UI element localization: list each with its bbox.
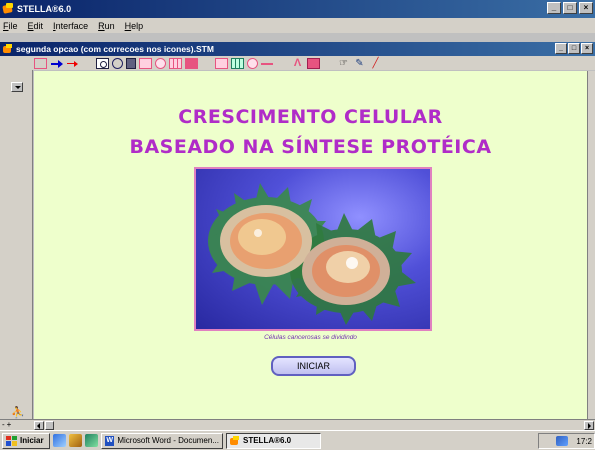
minimize-button[interactable]: _ — [547, 2, 561, 14]
zoom-controls[interactable]: -+ — [2, 420, 13, 429]
scroll-thumb[interactable] — [45, 421, 54, 430]
menu-bar: File Edit Interface Run Help — [0, 18, 595, 33]
vertical-scrollbar[interactable] — [587, 71, 595, 419]
slider-icon[interactable] — [261, 58, 274, 69]
navigate-icon[interactable] — [34, 57, 47, 69]
decision-icon[interactable] — [139, 57, 152, 69]
word-icon: W — [105, 435, 115, 446]
paintbrush-icon[interactable]: ✎ — [353, 58, 366, 69]
start-label: Iniciar — [20, 436, 44, 445]
taskbar: Iniciar W Microsoft Word - Documen... ST… — [0, 430, 595, 450]
text-icon[interactable] — [185, 57, 198, 69]
page-title-line1: CRESCIMENTO CELULAR — [178, 106, 443, 128]
scroll-up-arrow-icon[interactable] — [11, 82, 23, 92]
document-maximize-button[interactable]: □ — [568, 43, 580, 54]
converter-icon[interactable] — [112, 57, 123, 69]
window-controls: _ □ × — [547, 2, 593, 14]
close-button[interactable]: × — [579, 2, 593, 14]
document-minimize-button[interactable]: _ — [555, 43, 567, 54]
runner-icon[interactable]: ⛹ — [11, 406, 25, 419]
document-window-controls: _ □ × — [555, 43, 593, 54]
scroll-left-arrow-icon[interactable] — [34, 421, 44, 430]
maximize-button[interactable]: □ — [563, 2, 577, 14]
left-tool-strip: ⛹ — [0, 70, 33, 421]
clock: 17:2 — [576, 436, 592, 446]
outlook-express-icon[interactable] — [69, 434, 82, 447]
taskbar-item-word[interactable]: W Microsoft Word - Documen... — [101, 432, 223, 449]
windows-logo-icon — [6, 435, 17, 446]
app-titlebar[interactable]: STELLA®6.0 _ □ × — [0, 0, 595, 18]
document-close-button[interactable]: × — [581, 43, 593, 54]
document-title: segunda opcao (com correcoes nos icones)… — [16, 44, 214, 54]
app-title: STELLA®6.0 — [17, 4, 72, 14]
model-canvas: CRESCIMENTO CELULAR BASEADO NA SÍNTESE P… — [34, 71, 587, 419]
connector-arrow-icon[interactable] — [66, 58, 79, 69]
document-titlebar[interactable]: segunda opcao (com correcoes nos icones)… — [0, 42, 595, 56]
network-icon[interactable] — [556, 436, 569, 446]
lambda-icon[interactable]: Λ — [291, 57, 304, 69]
hand-icon[interactable]: ☞ — [337, 58, 350, 69]
taskbar-item-label: STELLA®6.0 — [243, 436, 292, 445]
stella-task-icon — [230, 435, 240, 446]
loop-pad-icon[interactable] — [307, 57, 320, 69]
flow-arrow-icon[interactable] — [50, 58, 63, 69]
sector-icon[interactable] — [169, 57, 182, 69]
show-desktop-icon[interactable] — [85, 434, 98, 447]
menu-help[interactable]: Help — [125, 21, 144, 31]
menu-run[interactable]: Run — [98, 21, 115, 31]
stella-app-icon — [2, 3, 14, 15]
horizontal-scrollbar: -+ — [0, 419, 595, 430]
dynamite-icon[interactable]: ╱ — [369, 58, 382, 69]
system-tray: 17:2 — [538, 433, 595, 449]
scroll-right-arrow-icon[interactable] — [584, 421, 594, 430]
internet-explorer-icon[interactable] — [53, 434, 66, 447]
start-button[interactable]: INICIAR — [271, 356, 356, 376]
module-icon[interactable] — [96, 57, 109, 69]
image-caption: Células cancerosas se dividindo — [264, 334, 357, 341]
taskbar-item-label: Microsoft Word - Documen... — [117, 436, 219, 445]
cancer-cells-photo — [194, 167, 432, 331]
button-icon[interactable] — [155, 57, 166, 69]
start-menu-button[interactable]: Iniciar — [2, 432, 50, 449]
menu-file[interactable]: File — [3, 21, 18, 31]
stock-icon[interactable] — [126, 57, 136, 69]
document-icon — [2, 43, 13, 55]
tool-bar: Λ ☞ ✎ ╱ — [0, 56, 595, 70]
menu-edit[interactable]: Edit — [28, 21, 44, 31]
graph-icon[interactable] — [215, 57, 228, 69]
menu-interface[interactable]: Interface — [53, 21, 88, 31]
taskbar-item-stella[interactable]: STELLA®6.0 — [226, 432, 321, 449]
page-title-line2: BASEADO NA SÍNTESE PROTÉICA — [129, 136, 492, 158]
numeric-display-icon[interactable] — [247, 57, 258, 69]
table-icon[interactable] — [231, 57, 244, 69]
